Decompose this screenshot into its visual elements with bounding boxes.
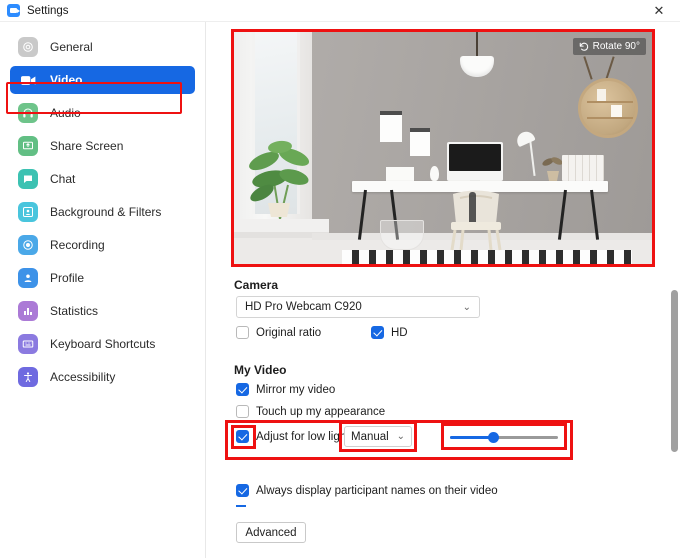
advanced-button[interactable]: Advanced	[236, 522, 306, 543]
low-light-slider[interactable]	[450, 432, 558, 443]
desk-box	[386, 167, 414, 181]
close-icon[interactable]: ✕	[638, 0, 680, 22]
touch-up-appearance-checkbox[interactable]	[236, 405, 249, 418]
wire-basket	[380, 220, 424, 250]
sidebar-item-label: Profile	[50, 271, 85, 285]
video-settings-pane: Rotate 90° Camera HD Pro Webcam C920 ⌄ O…	[206, 22, 680, 558]
rotate-ccw-icon	[579, 42, 588, 51]
hd-label: HD	[391, 326, 408, 339]
original-ratio-row[interactable]: Original ratio	[236, 326, 321, 339]
adjust-low-light-checkbox[interactable]	[236, 430, 249, 443]
sidebar-item-label: Audio	[50, 106, 81, 120]
desk-vase	[430, 166, 439, 181]
sidebar-item-chat[interactable]: Chat	[10, 165, 195, 193]
sidebar-item-share-screen[interactable]: Share Screen	[10, 132, 195, 160]
window-plant	[244, 127, 316, 220]
display-names-label: Always display participant names on thei…	[256, 484, 498, 497]
sidebar-item-label: Video	[50, 73, 83, 87]
wall-frame-a	[380, 111, 402, 142]
person-icon	[18, 268, 38, 288]
sidebar-item-label: Share Screen	[50, 139, 124, 153]
slider-thumb[interactable]	[487, 432, 499, 443]
video-camera-icon	[18, 70, 38, 90]
adjust-low-light-label: Adjust for low light	[256, 430, 350, 443]
annotation-box-video-preview: Rotate 90°	[231, 29, 655, 267]
sidebar-item-label: Keyboard Shortcuts	[50, 337, 156, 351]
sidebar-item-audio[interactable]: Audio	[10, 99, 195, 127]
original-ratio-checkbox[interactable]	[236, 326, 249, 339]
chevron-down-icon: ⌄	[396, 431, 405, 442]
content-scrollbar-track[interactable]	[669, 22, 680, 558]
sidebar-item-video[interactable]: Video	[10, 66, 195, 94]
hd-checkbox[interactable]	[371, 326, 384, 339]
wall-frame-b	[410, 128, 430, 156]
sidebar-item-label: Statistics	[50, 304, 99, 318]
camera-section-title: Camera	[234, 278, 279, 292]
zoom-video-icon	[7, 4, 20, 17]
mirror-my-video-label: Mirror my video	[256, 383, 336, 396]
sidebar-item-statistics[interactable]: Statistics	[10, 297, 195, 325]
video-preview[interactable]: Rotate 90°	[234, 32, 652, 264]
hd-row[interactable]: HD	[371, 326, 408, 339]
round-wall-shelf	[578, 78, 638, 138]
rotate-90-button[interactable]: Rotate 90°	[572, 38, 646, 55]
desk-plant	[542, 155, 564, 181]
section-divider	[236, 505, 246, 507]
sidebar-item-label: Background & Filters	[50, 205, 162, 219]
settings-sidebar: General Video Audio Share Screen Chat Ba…	[0, 22, 206, 558]
bar-chart-icon	[18, 301, 38, 321]
sidebar-item-label: Accessibility	[50, 370, 116, 384]
sidebar-item-profile[interactable]: Profile	[10, 264, 195, 292]
desk-chair	[447, 186, 505, 252]
touch-up-appearance-row[interactable]: Touch up my appearance	[236, 405, 385, 418]
chat-bubble-icon	[18, 169, 38, 189]
headphones-icon	[18, 103, 38, 123]
rotate-90-label: Rotate 90°	[592, 41, 640, 52]
title-bar: Settings ✕	[0, 0, 680, 22]
adjust-low-light-row[interactable]: Adjust for low light	[236, 430, 349, 443]
person-frame-icon	[18, 202, 38, 222]
desk-binders	[562, 155, 604, 181]
desk-monitor	[447, 142, 503, 181]
window-sill	[234, 219, 329, 232]
mirror-my-video-checkbox[interactable]	[236, 383, 249, 396]
sidebar-item-keyboard-shortcuts[interactable]: Keyboard Shortcuts	[10, 330, 195, 358]
camera-device-value: HD Pro Webcam C920	[245, 301, 362, 313]
settings-window: Settings ✕ General Video Audio Share Scr…	[0, 0, 680, 558]
sidebar-item-label: Recording	[50, 238, 105, 252]
low-light-mode-select[interactable]: Manual ⌄	[344, 426, 412, 447]
original-ratio-label: Original ratio	[256, 326, 322, 339]
low-light-mode-value: Manual	[351, 430, 389, 443]
keyboard-icon	[18, 334, 38, 354]
sidebar-item-general[interactable]: General	[10, 33, 195, 61]
sidebar-item-label: General	[50, 40, 93, 54]
display-names-checkbox[interactable]	[236, 484, 249, 497]
sidebar-item-recording[interactable]: Recording	[10, 231, 195, 259]
mirror-my-video-row[interactable]: Mirror my video	[236, 383, 335, 396]
record-circle-icon	[18, 235, 38, 255]
my-video-section-title: My Video	[234, 363, 287, 377]
display-names-row[interactable]: Always display participant names on thei…	[236, 484, 498, 497]
sidebar-item-label: Chat	[50, 172, 76, 186]
slider-fill	[450, 436, 494, 439]
content-scrollbar-thumb[interactable]	[671, 290, 678, 452]
accessibility-icon	[18, 367, 38, 387]
striped-rug	[342, 250, 632, 264]
sidebar-item-background-filters[interactable]: Background & Filters	[10, 198, 195, 226]
pendant-cord	[476, 32, 478, 58]
touch-up-appearance-label: Touch up my appearance	[256, 405, 386, 418]
gear-icon	[18, 37, 38, 57]
camera-device-select[interactable]: HD Pro Webcam C920 ⌄	[236, 296, 480, 318]
sidebar-item-accessibility[interactable]: Accessibility	[10, 363, 195, 391]
share-screen-icon	[18, 136, 38, 156]
window-title: Settings	[27, 4, 69, 17]
chevron-down-icon: ⌄	[462, 301, 471, 313]
